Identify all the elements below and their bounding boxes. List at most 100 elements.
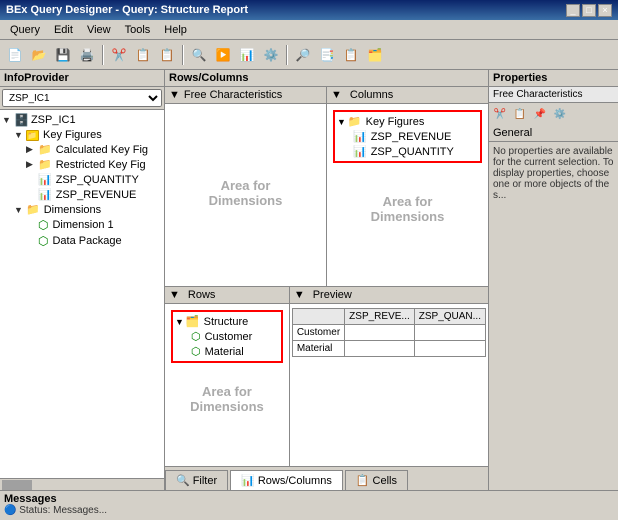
rows-customer-node[interactable]: ⬡ Customer xyxy=(191,329,279,344)
ip-scroll-thumb[interactable] xyxy=(2,480,32,490)
top-section: ▼ Free Characteristics Area forDimension… xyxy=(165,87,488,287)
dimensions-node[interactable]: ▼ 📁 Dimensions xyxy=(14,202,162,217)
struct-icon: 🗂️ xyxy=(186,315,200,328)
run-button[interactable]: ▶️ xyxy=(212,44,234,66)
data-package-node[interactable]: ▶ ⬡ Data Package xyxy=(26,233,162,249)
free-char-watermark: Area forDimensions xyxy=(209,178,283,208)
col-revenue-node[interactable]: 📊 ZSP_REVENUE xyxy=(353,129,478,144)
extra2-button[interactable]: 📋 xyxy=(340,44,362,66)
minimize-button[interactable]: _ xyxy=(566,4,580,17)
columns-tree-box: ▼ 📁 Key Figures 📊 ZSP_REVENUE xyxy=(333,110,482,163)
menu-query[interactable]: Query xyxy=(4,23,46,37)
filter-tab-label: Filter xyxy=(193,475,217,487)
open-button[interactable]: 📂 xyxy=(28,44,50,66)
folder-icon-ckf: 📁 xyxy=(38,143,52,156)
preview-col-quantity: ZSP_QUAN... xyxy=(414,309,485,325)
data-package-label: Data Package xyxy=(52,235,121,247)
maximize-button[interactable]: □ xyxy=(582,4,596,17)
main-layout: InfoProvider ZSP_IC1 ▼ 🗄️ ZSP_IC1 ▼ 📁 Ke… xyxy=(0,70,618,490)
new-button[interactable]: 📄 xyxy=(4,44,26,66)
data-package-icon: ⬡ xyxy=(38,234,48,248)
customer-icon: ⬡ xyxy=(191,330,201,343)
rows-inner: ▼ 🗂️ Structure ⬡ Customer ⬡ xyxy=(165,304,289,369)
print-button[interactable]: 🖨️ xyxy=(76,44,98,66)
menu-tools[interactable]: Tools xyxy=(119,23,157,37)
extra1-button[interactable]: 📑 xyxy=(316,44,338,66)
tree-root[interactable]: ▼ 🗄️ ZSP_IC1 xyxy=(2,112,162,128)
ip-scrollbar[interactable] xyxy=(0,478,164,490)
properties-header: Properties xyxy=(489,70,618,87)
copy-button[interactable]: 📋 xyxy=(132,44,154,66)
root-label: ZSP_IC1 xyxy=(31,114,76,126)
close-button[interactable]: × xyxy=(598,4,612,17)
rows-material-node[interactable]: ⬡ Material xyxy=(191,344,279,359)
toolbar: 📄 📂 💾 🖨️ ✂️ 📋 📋 🔍 ▶️ 📊 ⚙️ 🔎 📑 📋 🗂️ xyxy=(0,40,618,70)
restricted-key-fig-label: Restricted Key Fig xyxy=(56,159,146,171)
col-keyfig-root[interactable]: ▼ 📁 Key Figures xyxy=(337,114,478,129)
preview-content: ZSP_REVE... ZSP_QUAN... Customer xyxy=(290,304,488,359)
rows-watermark: Area forDimensions xyxy=(190,384,264,414)
cut-button[interactable]: ✂️ xyxy=(108,44,130,66)
infoprovider-panel: InfoProvider ZSP_IC1 ▼ 🗄️ ZSP_IC1 ▼ 📁 Ke… xyxy=(0,70,165,490)
properties-general-tab[interactable]: General xyxy=(489,125,618,142)
restricted-key-fig-node[interactable]: ▶ 📁 Restricted Key Fig xyxy=(26,157,162,172)
preview-row-material-v2 xyxy=(414,341,485,357)
infoprovider-select[interactable]: ZSP_IC1 xyxy=(2,89,162,107)
calc-key-fig-node[interactable]: ▶ 📁 Calculated Key Fig xyxy=(26,142,162,157)
rows-material-label: Material xyxy=(205,346,244,358)
preview-label: Preview xyxy=(313,289,352,301)
menu-help[interactable]: Help xyxy=(158,23,193,37)
preview-row-customer: Customer xyxy=(292,325,485,341)
zsp-revenue-node[interactable]: ▶ 📊 ZSP_REVENUE xyxy=(26,187,162,202)
settings-button[interactable]: ⚙️ xyxy=(260,44,282,66)
expand-col-kf: ▼ xyxy=(337,117,346,127)
folder-icon-rkf: 📁 xyxy=(38,158,52,171)
dimension1-node[interactable]: ▶ ⬡ Dimension 1 xyxy=(26,217,162,233)
columns-header: ▼ Columns xyxy=(327,87,488,104)
cells-tab-icon: 📋 xyxy=(356,474,370,487)
col-keyfig-folder-icon: 📁 xyxy=(348,115,362,128)
tab-rows-columns[interactable]: 📊 Rows/Columns xyxy=(230,470,343,490)
expand-icon-rkf: ▶ xyxy=(26,159,36,170)
paste-button[interactable]: 📋 xyxy=(156,44,178,66)
properties-toolbar: ✂️ 📋 📌 ⚙️ xyxy=(489,103,618,125)
col-quantity-node[interactable]: 📊 ZSP_QUANTITY xyxy=(353,144,478,159)
tab-filter[interactable]: 🔍 Filter xyxy=(165,470,228,490)
rowscols-tab-label: Rows/Columns xyxy=(258,475,332,487)
messages-bar: Messages 🔵 Status: Messages... xyxy=(0,490,618,520)
rows-tree-box: ▼ 🗂️ Structure ⬡ Customer ⬡ xyxy=(171,310,283,363)
key-figures-node[interactable]: ▼ 📁 Key Figures xyxy=(14,128,162,142)
prop-btn-1[interactable]: ✂️ xyxy=(491,105,509,123)
rows-columns-area: Rows/Columns ▼ Free Characteristics Area… xyxy=(165,70,488,490)
tb-sep-3 xyxy=(286,45,288,65)
menu-edit[interactable]: Edit xyxy=(48,23,79,37)
prop-btn-4[interactable]: ⚙️ xyxy=(551,105,569,123)
prop-btn-3[interactable]: 📌 xyxy=(531,105,549,123)
rows-struct-node[interactable]: ▼ 🗂️ Structure xyxy=(175,314,279,329)
menu-view[interactable]: View xyxy=(81,23,117,37)
rows-panel: ▼ Rows ▼ 🗂️ Structure xyxy=(165,287,290,466)
chart-button[interactable]: 📊 xyxy=(236,44,258,66)
properties-sub-header: Free Characteristics xyxy=(489,87,618,103)
tb-sep-2 xyxy=(182,45,184,65)
col-watermark: Area forDimensions xyxy=(371,194,445,224)
prop-btn-2[interactable]: 📋 xyxy=(511,105,529,123)
save-button[interactable]: 💾 xyxy=(52,44,74,66)
title-buttons: _ □ × xyxy=(566,4,612,17)
rows-header: ▼ Rows xyxy=(165,287,289,304)
col-revenue-icon: 📊 xyxy=(353,130,367,143)
rows-customer-label: Customer xyxy=(205,331,253,343)
general-tab-label: General xyxy=(493,127,532,139)
free-characteristics-panel: ▼ Free Characteristics Area forDimension… xyxy=(165,87,327,286)
analyze-button[interactable]: 🔎 xyxy=(292,44,314,66)
zsp-quantity-node[interactable]: ▶ 📊 ZSP_QUANTITY xyxy=(26,172,162,187)
extra3-button[interactable]: 🗂️ xyxy=(364,44,386,66)
col-quantity-icon: 📊 xyxy=(353,145,367,158)
columns-label: Columns xyxy=(350,89,393,101)
rows-dim-area: Area forDimensions xyxy=(165,369,289,429)
dimensions-label: Dimensions xyxy=(44,204,101,216)
tab-cells[interactable]: 📋 Cells xyxy=(345,470,408,490)
properties-panel: Properties Free Characteristics ✂️ 📋 📌 ⚙… xyxy=(488,70,618,490)
free-char-content: Area forDimensions xyxy=(165,104,326,281)
filter-toolbar-button[interactable]: 🔍 xyxy=(188,44,210,66)
